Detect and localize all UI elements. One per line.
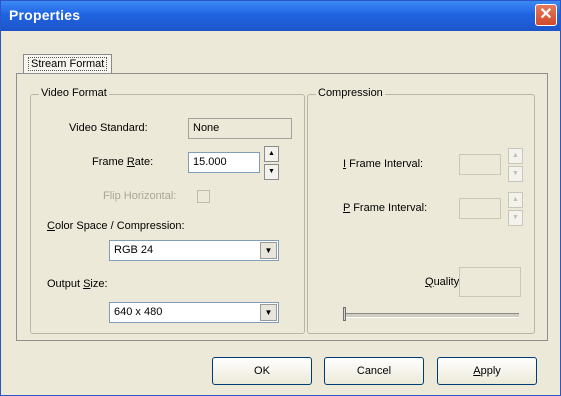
p-frame-interval-input[interactable] <box>459 198 501 219</box>
frame-rate-label: Frame Rate: <box>92 156 154 168</box>
spin-up-icon[interactable]: ▲ <box>264 146 279 162</box>
spin-up-icon[interactable]: ▲ <box>508 192 523 208</box>
i-frame-interval-label: I Frame Interval: <box>343 158 424 170</box>
video-standard-field: None <box>188 118 292 139</box>
flip-horizontal-checkbox[interactable] <box>197 190 210 203</box>
apply-button[interactable]: Apply <box>437 357 537 385</box>
output-size-label: Output Size: <box>47 278 108 290</box>
spin-down-icon[interactable]: ▼ <box>508 210 523 226</box>
i-frame-interval-input[interactable] <box>459 154 501 175</box>
video-format-title: Video Format <box>39 87 109 99</box>
compression-title: Compression <box>316 87 385 99</box>
properties-dialog: Properties ✕ Stream Format Video Format … <box>0 0 561 396</box>
close-icon: ✕ <box>539 6 553 23</box>
dropdown-arrow-icon[interactable]: ▼ <box>260 304 277 321</box>
flip-horizontal-label: Flip Horizontal: <box>103 190 177 202</box>
dropdown-arrow-icon[interactable]: ▼ <box>260 242 277 259</box>
quality-slider-thumb[interactable] <box>343 307 346 321</box>
window-title: Properties <box>9 7 81 23</box>
tab-label: Stream Format <box>28 57 108 71</box>
tab-panel: Video Format Video Standard: None Frame … <box>16 73 548 341</box>
ok-button[interactable]: OK <box>212 357 312 385</box>
p-frame-spinner[interactable]: ▲ ▼ <box>508 192 523 226</box>
quality-input[interactable] <box>459 267 521 297</box>
title-bar[interactable]: Properties ✕ <box>1 1 560 31</box>
tab-stream-format[interactable]: Stream Format <box>23 54 113 75</box>
spin-up-icon[interactable]: ▲ <box>508 148 523 164</box>
i-frame-spinner[interactable]: ▲ ▼ <box>508 148 523 182</box>
p-frame-interval-label: P Frame Interval: <box>343 202 428 214</box>
close-button[interactable]: ✕ <box>535 4 557 26</box>
frame-rate-input[interactable]: 15.000 <box>188 152 260 173</box>
quality-slider-track[interactable] <box>343 313 519 318</box>
color-space-select[interactable]: RGB 24 ▼ <box>109 240 279 261</box>
quality-label: Quality: <box>425 276 463 288</box>
frame-rate-spinner[interactable]: ▲ ▼ <box>264 146 279 180</box>
spin-down-icon[interactable]: ▼ <box>508 166 523 182</box>
output-size-select[interactable]: 640 x 480 ▼ <box>109 302 279 323</box>
cancel-button[interactable]: Cancel <box>324 357 424 385</box>
video-standard-label: Video Standard: <box>69 122 148 134</box>
spin-down-icon[interactable]: ▼ <box>264 164 279 180</box>
color-space-label: Color Space / Compression: <box>47 220 185 232</box>
